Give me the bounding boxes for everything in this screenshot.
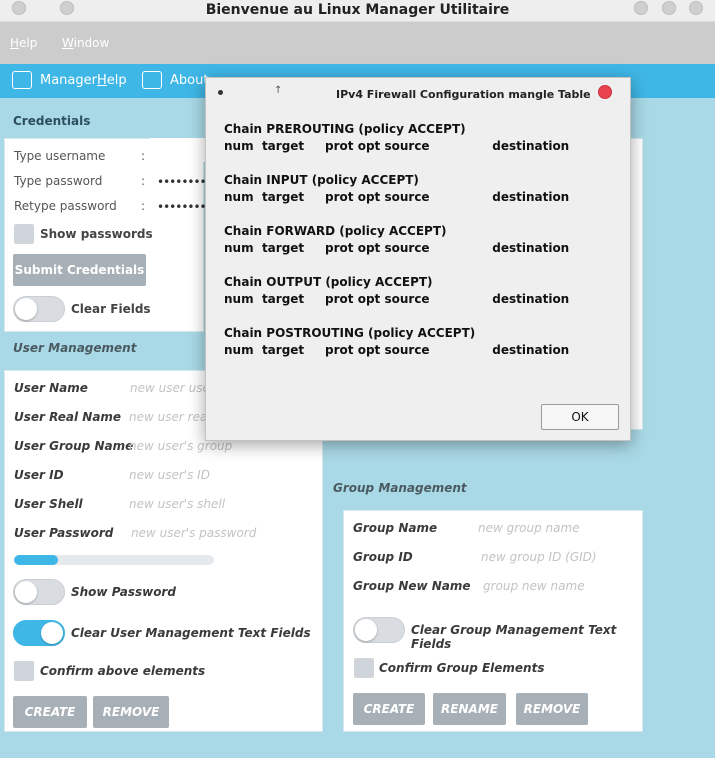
- retype-password-label: Retype password: [14, 199, 117, 213]
- about-chat-icon: [142, 71, 162, 89]
- dialog-title: IPv4 Firewall Configuration mangle Table: [336, 88, 591, 101]
- clear-group-fields-label: Clear Group Management Text Fields: [411, 623, 617, 651]
- chain-input-header: num target prot opt source destination: [224, 190, 570, 204]
- clear-group-fields-toggle[interactable]: [353, 617, 405, 643]
- group-id-input[interactable]: new group ID (GID): [481, 550, 597, 564]
- menu-bar: Help Window: [0, 22, 715, 64]
- chain-prerouting-header: num target prot opt source destination: [224, 139, 570, 153]
- user-group-name-label: User Group Name: [14, 439, 134, 453]
- user-name-input[interactable]: new user use: [130, 381, 210, 395]
- user-id-input[interactable]: new user's ID: [129, 468, 210, 482]
- maximize-button[interactable]: [662, 1, 676, 15]
- menu-window[interactable]: Window: [62, 36, 109, 50]
- chain-forward-title: Chain FORWARD (policy ACCEPT): [224, 224, 447, 238]
- user-real-name-input[interactable]: new user real: [129, 410, 211, 424]
- close-window-button[interactable]: [689, 1, 703, 15]
- user-name-label: User Name: [14, 381, 88, 395]
- confirm-group-label: Confirm Group Elements: [379, 661, 545, 675]
- password-label: Type password: [14, 174, 103, 188]
- user-shell-label: User Shell: [14, 497, 83, 511]
- group-id-label: Group ID: [353, 550, 413, 564]
- chain-postrouting-header: num target prot opt source destination: [224, 343, 570, 357]
- chain-output-title: Chain OUTPUT (policy ACCEPT): [224, 275, 433, 289]
- password-field[interactable]: •••••••••: [157, 175, 213, 189]
- minimize-button[interactable]: [634, 1, 648, 15]
- rename-group-button[interactable]: RENAME: [433, 693, 506, 725]
- group-name-label: Group Name: [353, 521, 438, 535]
- chain-forward-header: num target prot opt source destination: [224, 241, 570, 255]
- user-group-name-input[interactable]: new user's group: [129, 439, 232, 453]
- show-password-label: Show Password: [71, 585, 176, 599]
- manager-help-button[interactable]: Manager Help: [12, 71, 127, 89]
- help-book-icon: [12, 71, 32, 89]
- window-title: Bienvenue au Linux Manager Utilitaire: [205, 2, 510, 18]
- chain-postrouting-title: Chain POSTROUTING (policy ACCEPT): [224, 326, 476, 340]
- user-id-label: User ID: [14, 468, 64, 482]
- show-passwords-checkbox[interactable]: [14, 224, 34, 244]
- menu-help[interactable]: Help: [10, 36, 37, 50]
- ok-button[interactable]: OK: [541, 404, 619, 430]
- window-title-bar: Bienvenue au Linux Manager Utilitaire: [0, 0, 715, 22]
- user-password-input[interactable]: new user's password: [131, 526, 256, 540]
- create-user-button[interactable]: CREATE: [13, 696, 87, 728]
- group-new-name-label: Group New Name: [353, 579, 471, 593]
- clear-user-fields-label: Clear User Management Text Fields: [71, 626, 311, 640]
- group-name-input[interactable]: new group name: [478, 521, 580, 535]
- about-button[interactable]: About: [142, 71, 208, 89]
- dialog-title-bar: ↑ IPv4 Firewall Configuration mangle Tab…: [206, 78, 630, 108]
- password-strength-bar: [14, 555, 214, 565]
- remove-user-button[interactable]: REMOVE: [93, 696, 169, 728]
- user-management-title: User Management: [13, 341, 137, 355]
- clear-fields-label: Clear Fields: [71, 302, 151, 316]
- show-password-toggle[interactable]: [13, 579, 65, 605]
- show-passwords-label: Show passwords: [40, 227, 153, 241]
- user-shell-input[interactable]: new user's shell: [129, 497, 225, 511]
- confirm-group-checkbox[interactable]: [354, 658, 374, 678]
- chain-input-title: Chain INPUT (policy ACCEPT): [224, 173, 419, 187]
- chain-prerouting-title: Chain PREROUTING (policy ACCEPT): [224, 122, 466, 136]
- username-field[interactable]: [150, 138, 210, 162]
- dialog-pin-icon[interactable]: ↑: [274, 85, 282, 96]
- group-management-title: Group Management: [333, 481, 467, 495]
- chain-output-header: num target prot opt source destination: [224, 292, 570, 306]
- dialog-menu-dot-icon[interactable]: [218, 90, 223, 95]
- dialog-close-button[interactable]: [598, 85, 612, 99]
- confirm-user-checkbox[interactable]: [14, 661, 34, 681]
- credentials-title: Credentials: [13, 114, 91, 128]
- clear-fields-toggle[interactable]: [13, 296, 65, 322]
- confirm-user-label: Confirm above elements: [40, 664, 206, 678]
- retype-password-field[interactable]: •••••••••: [157, 200, 213, 214]
- remove-group-button[interactable]: REMOVE: [516, 693, 588, 725]
- submit-credentials-button[interactable]: Submit Credentials: [13, 254, 146, 286]
- group-management-panel: Group Name new group name Group ID new g…: [343, 510, 643, 732]
- user-real-name-label: User Real Name: [14, 410, 122, 424]
- firewall-dialog: ↑ IPv4 Firewall Configuration mangle Tab…: [205, 77, 631, 441]
- create-group-button[interactable]: CREATE: [353, 693, 425, 725]
- clear-user-fields-toggle[interactable]: [13, 620, 65, 646]
- group-new-name-input[interactable]: group new name: [483, 579, 585, 593]
- credentials-panel: Type username : Type password : ••••••••…: [4, 138, 213, 332]
- user-password-label: User Password: [14, 526, 114, 540]
- username-label: Type username: [14, 149, 106, 163]
